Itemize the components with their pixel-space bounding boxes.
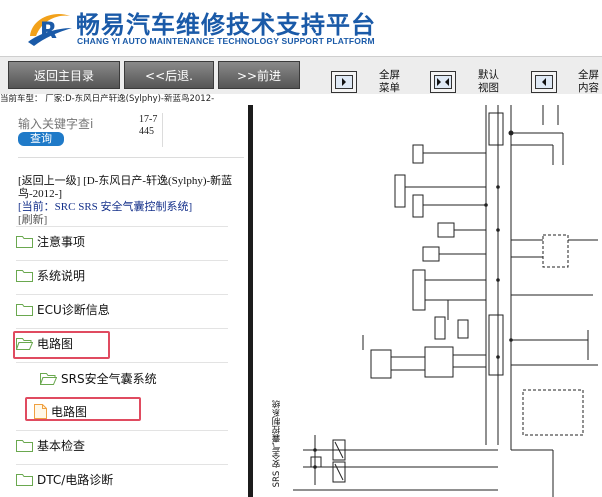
fullscreen-menu-label: 全屏 菜单 [379,69,400,94]
tree-item-dtc-circuit-diagnosis[interactable]: DTC/电路诊断 [16,468,228,490]
tree-separator [16,226,228,227]
collapse-left-icon [535,75,553,89]
folder-open-icon [40,372,57,385]
fullscreen-content-button[interactable] [531,71,557,93]
back-button[interactable]: <<后退. [124,61,214,89]
wiring-diagram-image [293,105,598,497]
breadcrumb-back-link[interactable]: [返回上一级] [18,175,80,187]
refresh-link[interactable]: [刷新] [18,214,47,226]
app-title-en: CHANG YI AUTO MAINTENANCE TECHNOLOGY SUP… [77,36,375,46]
tree-item-system-description[interactable]: 系统说明 [16,264,228,286]
app-header: R 畅易汽车维修技术支持平台 CHANG YI AUTO MAINTENANCE… [0,0,602,56]
tree-item-basic-inspection[interactable]: 基本检查 [16,434,228,456]
breadcrumb-current: [当前：SRC SRS 安全气囊控制系统] [18,201,193,213]
forward-button[interactable]: >>前进 [218,61,300,89]
tree-separator [16,430,228,431]
folder-icon [16,303,33,316]
folder-icon [16,235,33,248]
highlight-wiring-diagram [13,331,110,359]
toolbar: 返回主目录 <<后退. >>前进 全屏 菜单 默认 视图 全屏 内容 [0,56,602,94]
fullscreen-content-label: 全屏 内容 [578,69,599,94]
app-title-cn: 畅易汽车维修技术支持平台 [76,11,376,39]
search-input[interactable] [18,115,130,133]
wiring-diagram-view[interactable] [253,105,602,497]
search-underline [18,157,244,158]
breadcrumb: [返回上一级] [D-东风日产-轩逸(Sylphy)-新蓝鸟-2012-] [当… [18,175,240,227]
tree-separator [16,260,228,261]
folder-icon [16,473,33,486]
default-view-button[interactable] [430,71,456,93]
collapse-right-icon [335,75,353,89]
tree-item-precautions[interactable]: 注意事项 [16,230,228,252]
brand-logo-icon: R [28,14,72,46]
folder-icon [16,269,33,282]
sidebar: 17-7445 查询 [返回上一级] [D-东风日产-轩逸(Sylphy)-新蓝… [0,105,248,497]
fullscreen-menu-button[interactable] [331,71,357,93]
highlight-wiring-diagram-file [25,397,141,421]
tree-separator [16,464,228,465]
current-vehicle-text: 当前车型： 厂家:D-东风日产轩逸(Sylphy)-新蓝鸟2012- [0,94,602,105]
tree-separator [16,362,228,363]
tree-separator [16,328,228,329]
svg-text:R: R [40,19,57,44]
search-button[interactable]: 查询 [18,132,64,146]
tree-item-srs-airbag-system[interactable]: SRS安全气囊系统 [40,367,228,389]
search-code: 17-7445 [139,114,158,137]
folder-icon [16,439,33,452]
diagram-vertical-title: SRS 安全气囊控制系统 [272,400,282,488]
tree-item-ecu-diagnosis[interactable]: ECU诊断信息 [16,298,228,320]
home-button[interactable]: 返回主目录 [8,61,120,89]
search-divider [162,113,163,147]
split-view-icon [434,75,452,89]
default-view-label: 默认 视图 [478,69,499,94]
tree-separator [16,294,228,295]
